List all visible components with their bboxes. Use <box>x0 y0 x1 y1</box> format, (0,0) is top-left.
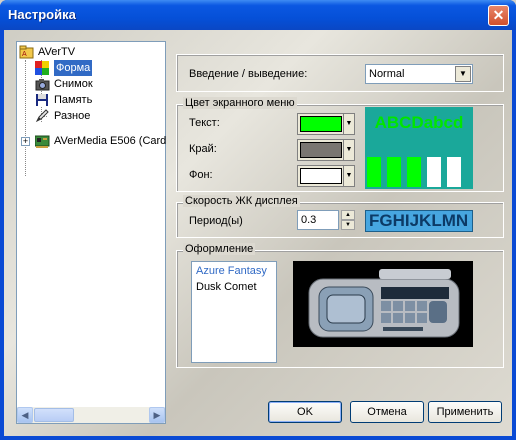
scroll-right-button[interactable]: ▶ <box>149 407 165 423</box>
text-color-picker[interactable]: ▼ <box>297 113 355 135</box>
osd-color-preview: ABCDabcd <box>365 107 473 189</box>
period-value: 0.3 <box>301 214 317 226</box>
misc-pencil-icon <box>35 109 50 123</box>
skin-list-item[interactable]: Dusk Comet <box>194 280 259 295</box>
appearance-title: Оформление <box>183 243 256 255</box>
ok-button[interactable]: OK <box>268 401 342 423</box>
osd-colors-title: Цвет экранного меню <box>183 97 297 109</box>
close-button[interactable]: ✕ <box>488 5 509 26</box>
tv-card-icon <box>34 134 50 148</box>
scroll-thumb[interactable] <box>34 408 74 422</box>
skin-list[interactable]: Azure Fantasy Dusk Comet <box>191 261 277 363</box>
period-input[interactable]: 0.3 <box>297 210 339 230</box>
avertv-folder-icon: A <box>19 45 34 59</box>
period-spinner[interactable]: ▲ ▼ <box>341 210 355 230</box>
arrow-left-icon: ◀ <box>21 410 29 420</box>
text-color-label: Текст: <box>189 117 220 129</box>
cancel-button[interactable]: Отмена <box>350 401 424 423</box>
scroll-left-button[interactable]: ◀ <box>17 407 33 423</box>
period-label: Период(ы) <box>189 215 243 227</box>
skin-preview-graphic <box>293 261 473 347</box>
input-output-value: Normal <box>369 68 405 80</box>
text-color-swatch <box>300 116 342 132</box>
close-icon: ✕ <box>492 7 505 23</box>
spin-up-button[interactable]: ▲ <box>341 210 355 220</box>
osd-preview-bar <box>407 157 421 187</box>
settings-tree[interactable]: A AVerTV Форма Снимок Память Разное + AV… <box>16 41 166 424</box>
input-output-label: Введение / выведение: <box>189 68 308 80</box>
input-output-panel: Введение / выведение: Normal ▼ <box>176 54 504 92</box>
floppy-disk-icon <box>35 93 50 107</box>
spin-down-button[interactable]: ▼ <box>341 220 355 230</box>
edge-color-picker[interactable]: ▼ <box>297 139 355 161</box>
osd-preview-text: ABCDabcd <box>374 113 464 132</box>
chevron-down-icon: ▼ <box>343 114 354 134</box>
lcd-preview-text: FGHIJKLMN <box>369 211 469 230</box>
lcd-speed-title: Скорость ЖК дисплея <box>183 195 300 207</box>
tree-horizontal-scrollbar[interactable]: ◀ ▶ <box>17 407 165 423</box>
skin-form-icon <box>35 61 50 75</box>
lcd-speed-group: Скорость ЖК дисплея Период(ы) 0.3 ▲ ▼ FG… <box>176 195 504 238</box>
skin-preview-image <box>293 261 473 347</box>
tree-expander-card[interactable]: + <box>21 137 30 146</box>
camera-icon <box>35 77 50 91</box>
background-color-swatch <box>300 168 342 184</box>
settings-window: Настройка ✕ A AVerTV Форма Снимок Память… <box>0 0 516 440</box>
apply-button[interactable]: Применить <box>428 401 502 423</box>
window-title: Настройка <box>8 7 76 22</box>
background-color-label: Фон: <box>189 169 213 181</box>
chevron-down-icon: ▼ <box>343 166 354 186</box>
tree-connector <box>25 60 26 176</box>
appearance-group: Оформление Azure Fantasy Dusk Comet <box>176 243 504 368</box>
lcd-preview: FGHIJKLMN <box>365 210 473 232</box>
edge-color-label: Край: <box>189 143 217 155</box>
osd-preview-bar <box>447 157 461 187</box>
arrow-right-icon: ▶ <box>153 410 161 420</box>
osd-colors-group: Цвет экранного меню Текст: ▼ Край: ▼ Фон… <box>176 97 504 192</box>
osd-preview-bar <box>427 157 441 187</box>
skin-list-item[interactable]: Azure Fantasy <box>194 264 269 279</box>
osd-preview-bar <box>367 157 381 187</box>
input-output-select[interactable]: Normal ▼ <box>365 64 473 84</box>
chevron-down-icon: ▼ <box>343 140 354 160</box>
svg-text:A: A <box>22 51 27 58</box>
dialog-client: A AVerTV Форма Снимок Память Разное + AV… <box>4 30 512 436</box>
chevron-down-icon[interactable]: ▼ <box>455 66 471 82</box>
edge-color-swatch <box>300 142 342 158</box>
title-bar[interactable]: Настройка ✕ <box>0 0 516 30</box>
background-color-picker[interactable]: ▼ <box>297 165 355 187</box>
osd-preview-bar <box>387 157 401 187</box>
